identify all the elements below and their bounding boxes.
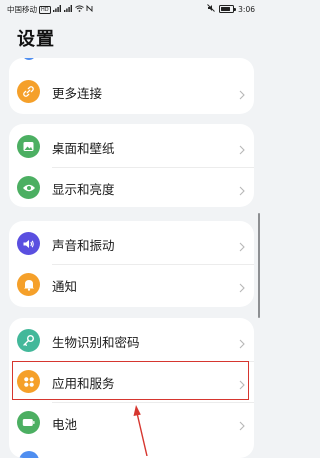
annotation-arrow <box>133 405 148 456</box>
